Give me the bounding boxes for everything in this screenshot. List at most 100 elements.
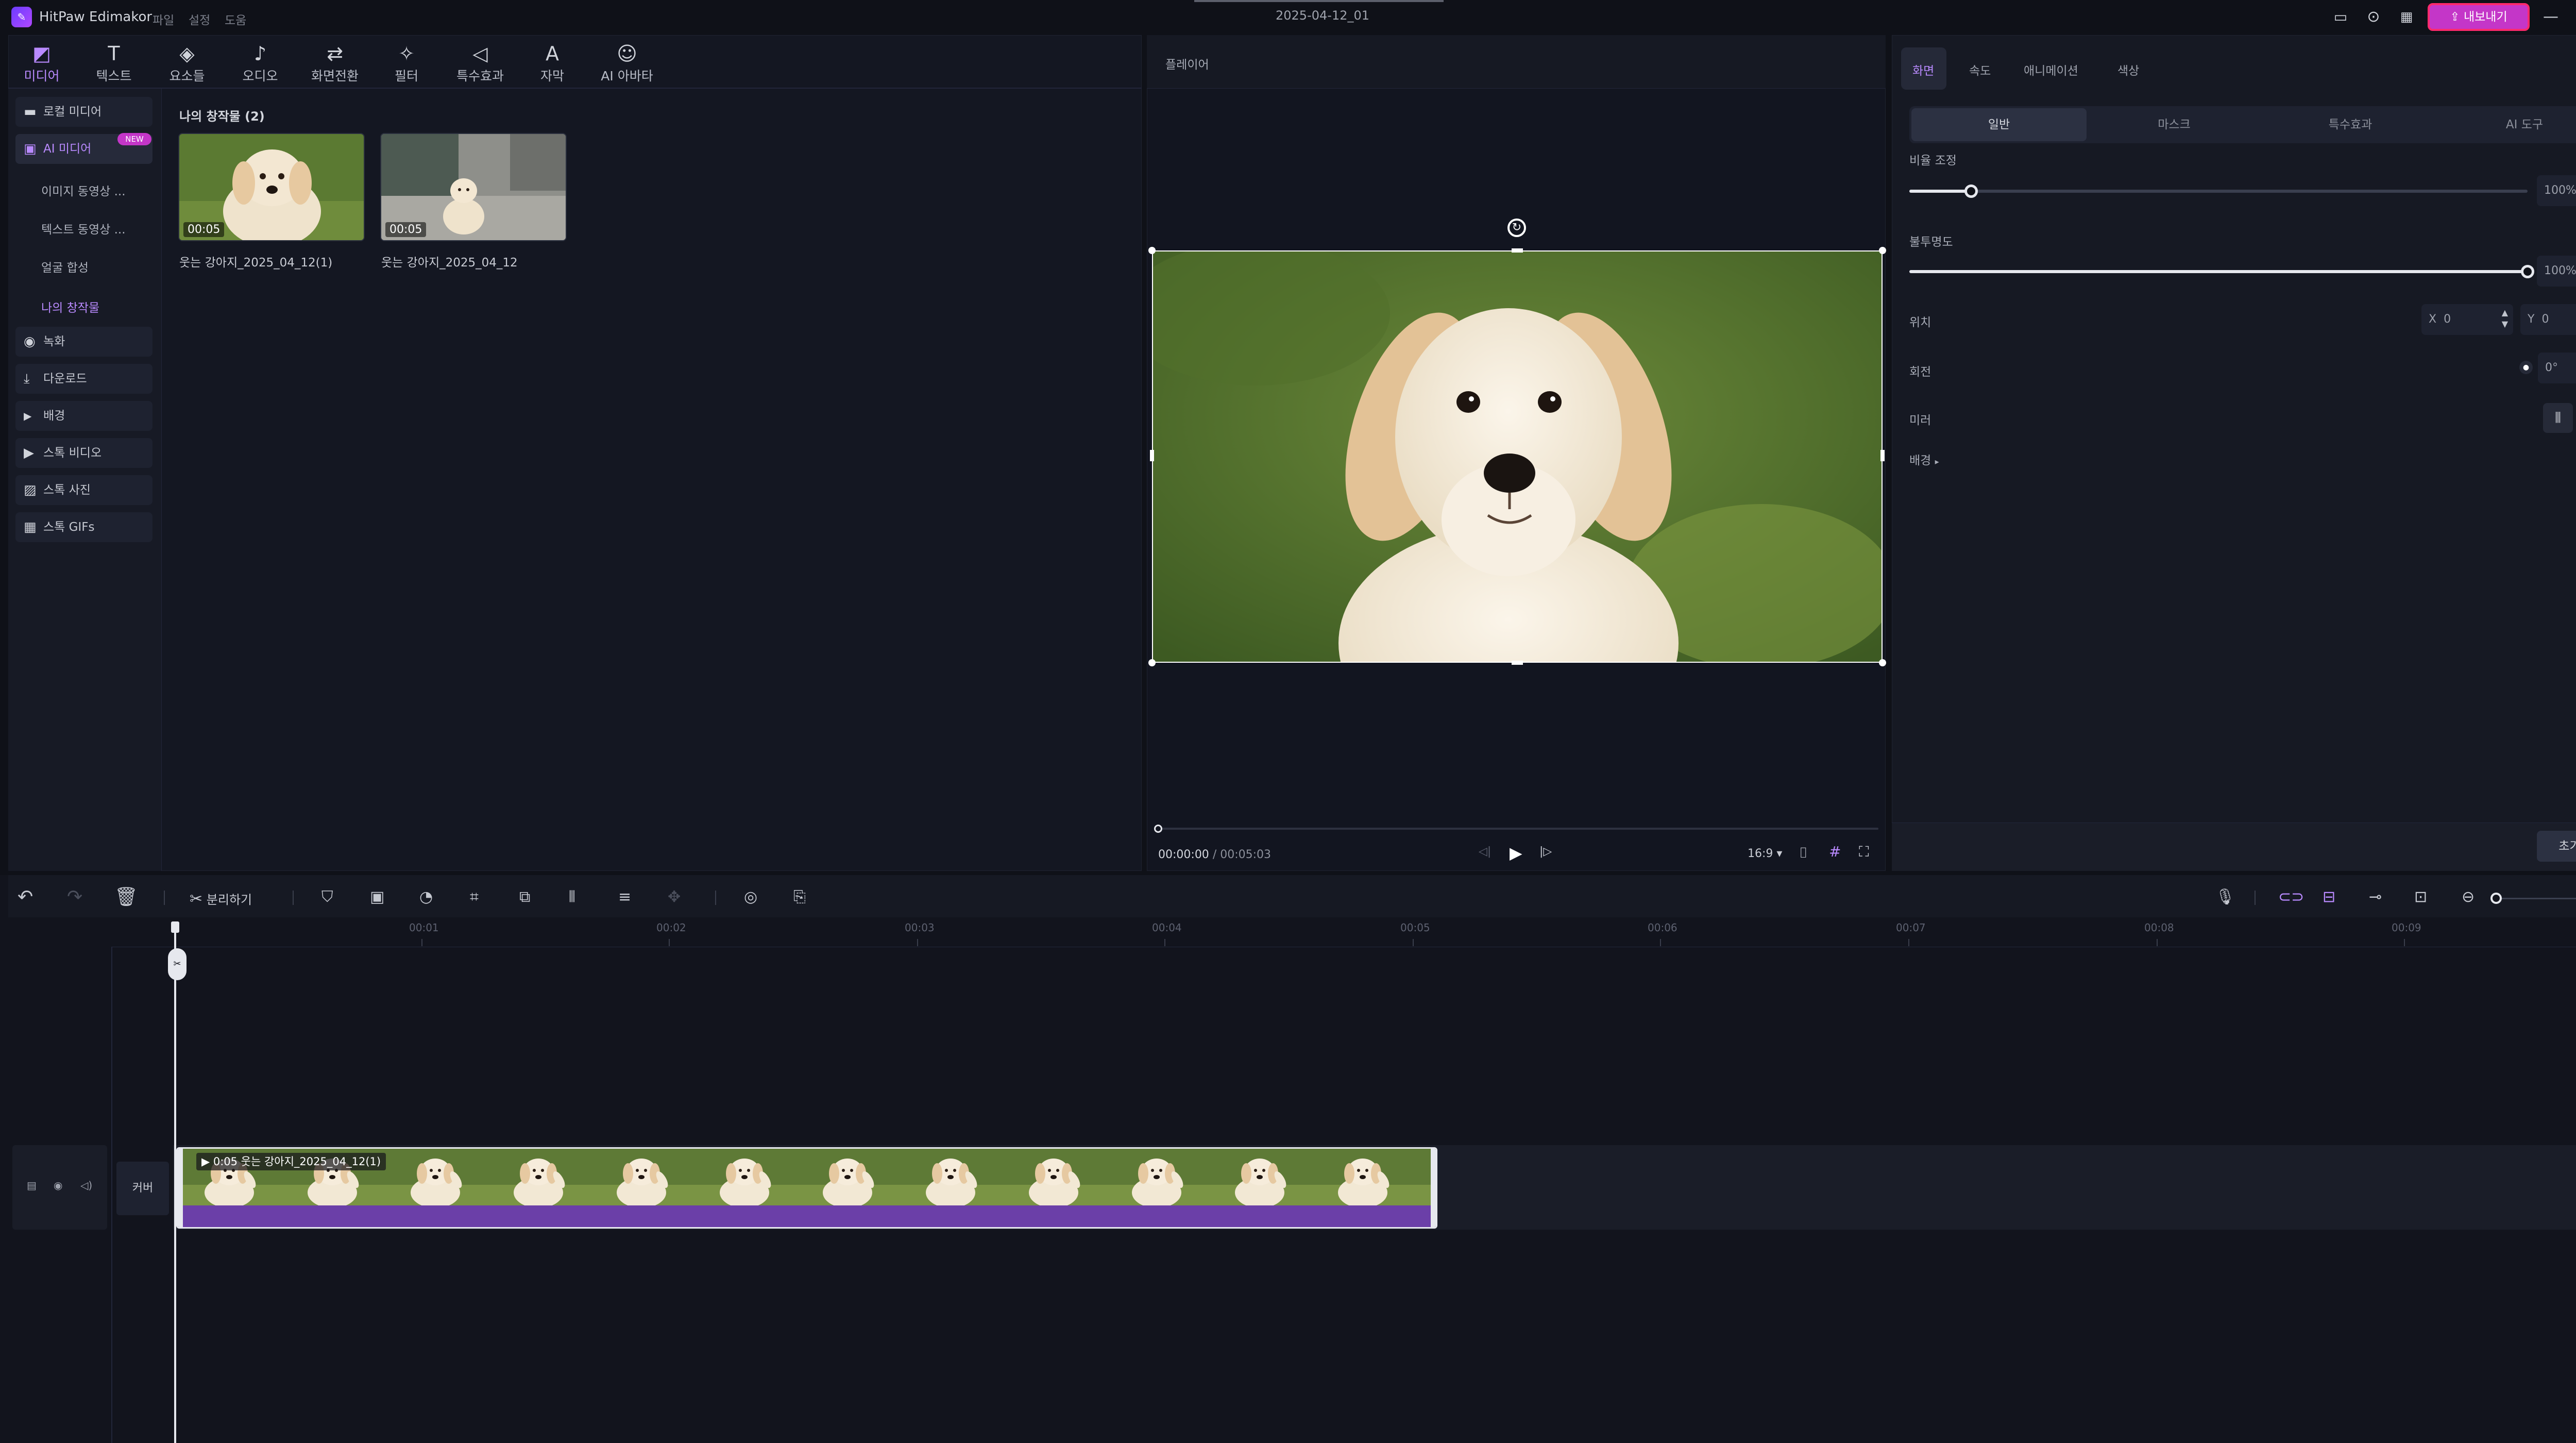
track-lock-icon[interactable]: ▤ bbox=[27, 1179, 37, 1192]
subtab-general[interactable]: 일반 bbox=[1911, 108, 2087, 141]
speed-icon[interactable]: ◔ bbox=[419, 884, 433, 910]
sidebar-item-stock-video[interactable]: ▶ 스톡 비디오 bbox=[15, 438, 152, 468]
resize-handle[interactable] bbox=[1512, 661, 1523, 665]
magnet-link-icon[interactable]: ⊂⊃ bbox=[2278, 884, 2304, 910]
minimize-icon[interactable]: — bbox=[2539, 5, 2563, 29]
scale-slider-knob[interactable] bbox=[1964, 184, 1978, 198]
undo-icon[interactable]: ↶ bbox=[18, 884, 33, 910]
playhead-line[interactable] bbox=[174, 922, 176, 1443]
resize-handle[interactable] bbox=[1879, 247, 1886, 254]
playhead-handle[interactable] bbox=[171, 921, 179, 933]
fullscreen-icon[interactable]: ⛶ bbox=[1859, 843, 1869, 861]
person-icon[interactable]: ◎ bbox=[744, 884, 757, 910]
scale-slider-track[interactable] bbox=[1909, 190, 2528, 193]
snap-icon[interactable]: ⊟ bbox=[2323, 884, 2335, 910]
opacity-slider-knob[interactable] bbox=[2521, 265, 2534, 278]
mirror-icon[interactable]: ⫴ bbox=[569, 884, 575, 910]
rotation-dial-icon[interactable]: ● bbox=[2519, 361, 2533, 374]
toolbar-text[interactable]: T 텍스트 bbox=[91, 41, 137, 85]
stabilize-icon[interactable]: ✥ bbox=[668, 884, 681, 910]
freeze-icon[interactable]: ⎘ bbox=[793, 884, 806, 910]
delete-icon[interactable]: 🗑 bbox=[114, 884, 138, 910]
position-x-input[interactable]: X 0 ▲ ▼ bbox=[2421, 304, 2513, 335]
menu-settings[interactable]: 설정 bbox=[189, 10, 210, 28]
resize-handle[interactable] bbox=[1148, 659, 1156, 666]
resize-handle[interactable] bbox=[1148, 247, 1156, 254]
player-progress-track[interactable] bbox=[1158, 828, 1878, 830]
sidebar-item-stock-photo[interactable]: ▨ 스톡 사진 bbox=[15, 475, 152, 505]
sidebar-sub-my-creations[interactable]: 나의 창작물 bbox=[41, 298, 99, 315]
rotation-input[interactable]: 0°▲▼ bbox=[2538, 353, 2576, 383]
position-y-input[interactable]: Y 0▲▼ bbox=[2520, 304, 2576, 335]
opacity-input[interactable]: 100%▲▼ bbox=[2537, 256, 2576, 287]
preview-canvas[interactable] bbox=[1152, 250, 1883, 663]
apps-grid-icon[interactable]: ▦ bbox=[2395, 5, 2418, 29]
subtab-effects[interactable]: 특수효과 bbox=[2263, 108, 2438, 141]
toolbar-elements[interactable]: ◈ 요소들 bbox=[164, 41, 210, 85]
snapshot-icon[interactable]: ⌷ bbox=[1799, 844, 1808, 862]
clip-trim-handle-right[interactable] bbox=[1431, 1149, 1436, 1227]
toolbar-transition[interactable]: ⇄ 화면전환 bbox=[305, 41, 365, 85]
cover-button[interactable]: 커버 bbox=[116, 1162, 169, 1215]
track-audio-icon[interactable]: ◁) bbox=[80, 1179, 92, 1192]
toolbar-ai-avatar[interactable]: ☺ AI 아바타 bbox=[594, 41, 660, 85]
scissors-marker-icon[interactable]: ✂ bbox=[168, 948, 187, 980]
fit-icon[interactable]: ⧉ bbox=[519, 884, 530, 910]
zoom-slider-track[interactable] bbox=[2494, 898, 2576, 899]
timeline-clip[interactable]: ▶ 0:05 웃는 강아지_2025_04_12(1) bbox=[176, 1147, 1437, 1229]
export-button[interactable]: ⇪ 내보내기 bbox=[2428, 3, 2530, 31]
media-thumbnail[interactable]: 00:05 bbox=[380, 133, 567, 241]
reset-button[interactable]: 초기화 bbox=[2537, 831, 2576, 862]
flip-horizontal-icon[interactable]: ⫴ bbox=[2543, 403, 2573, 433]
menu-help[interactable]: 도움 bbox=[225, 10, 246, 28]
media-thumbnail[interactable]: 00:05 bbox=[178, 133, 365, 241]
download-icon[interactable]: ⊙ bbox=[2362, 5, 2385, 29]
toolbar-subtitle[interactable]: A 자막 bbox=[532, 41, 573, 85]
sidebar-item-local-media[interactable]: ▬ 로컬 미디어 bbox=[15, 97, 152, 127]
aspect-ratio-dropdown[interactable]: 16:9 ▾ bbox=[1748, 847, 1782, 860]
player-progress-knob[interactable] bbox=[1154, 825, 1162, 833]
sidebar-item-background[interactable]: ▶ 배경 bbox=[15, 401, 152, 431]
sidebar-sub-text-video[interactable]: 텍스트 동영상 ... bbox=[41, 220, 126, 237]
feedback-icon[interactable]: ▭ bbox=[2329, 5, 2352, 29]
resize-handle[interactable] bbox=[1512, 248, 1523, 253]
crop-icon[interactable]: ⌗ bbox=[470, 884, 479, 910]
track-visibility-icon[interactable]: ◉ bbox=[54, 1179, 62, 1192]
opacity-slider-track[interactable] bbox=[1909, 270, 2528, 273]
toolbar-media[interactable]: ◩ 미디어 bbox=[19, 41, 65, 85]
play-icon[interactable]: ▶ bbox=[1510, 843, 1522, 863]
grid-icon[interactable]: # bbox=[1829, 843, 1841, 860]
clip-trim-handle-left[interactable] bbox=[178, 1149, 183, 1227]
rotate-handle-icon[interactable]: ↻ bbox=[1507, 219, 1526, 237]
shield-icon[interactable]: ⛉ bbox=[321, 884, 333, 910]
tab-animation[interactable]: 애니메이션 bbox=[2024, 61, 2078, 78]
tab-speed[interactable]: 속도 bbox=[1969, 61, 1991, 78]
next-frame-icon[interactable]: |▷ bbox=[1539, 845, 1552, 858]
track-icon[interactable]: ⊡ bbox=[2414, 884, 2427, 910]
split-button[interactable]: ✂ 분리하기 bbox=[190, 890, 252, 908]
sidebar-item-download[interactable]: ⤓ 다운로드 bbox=[15, 364, 152, 394]
resize-handle[interactable] bbox=[1879, 659, 1886, 666]
sidebar-item-record[interactable]: ◉ 녹화 bbox=[15, 327, 152, 357]
tab-screen[interactable]: 화면 bbox=[1912, 61, 1934, 78]
tab-color[interactable]: 색상 bbox=[2117, 61, 2139, 78]
redo-icon[interactable]: ↷ bbox=[67, 884, 82, 910]
scale-input[interactable]: 100%▲▼ bbox=[2537, 175, 2576, 206]
subtab-mask[interactable]: 마스크 bbox=[2087, 108, 2262, 141]
toolbar-effects[interactable]: ◁ 특수효과 bbox=[450, 41, 510, 85]
toolbar-filter[interactable]: ✧ 필터 bbox=[383, 41, 430, 85]
zoom-out-icon[interactable]: ⊖ bbox=[2462, 884, 2475, 910]
stepper-icon[interactable]: ▲ ▼ bbox=[2502, 307, 2508, 330]
resize-handle[interactable] bbox=[1150, 450, 1154, 461]
menu-file[interactable]: 파일 bbox=[152, 10, 174, 28]
link-icon[interactable]: ⊸ bbox=[2369, 884, 2382, 910]
sidebar-item-stock-gifs[interactable]: ▦ 스톡 GIFs bbox=[15, 512, 152, 542]
subtab-ai-tools[interactable]: AI 도구 bbox=[2437, 108, 2576, 141]
zoom-slider-knob[interactable] bbox=[2490, 893, 2502, 904]
sidebar-sub-image-video[interactable]: 이미지 동영상 ... bbox=[41, 181, 126, 199]
toolbar-audio[interactable]: ♪ 오디오 bbox=[237, 41, 283, 85]
prev-frame-icon[interactable]: ◁| bbox=[1479, 845, 1491, 858]
flip-icon[interactable]: ≡ bbox=[618, 884, 631, 910]
microphone-icon[interactable]: 🎙 bbox=[2215, 884, 2235, 910]
resize-handle[interactable] bbox=[1880, 450, 1885, 461]
